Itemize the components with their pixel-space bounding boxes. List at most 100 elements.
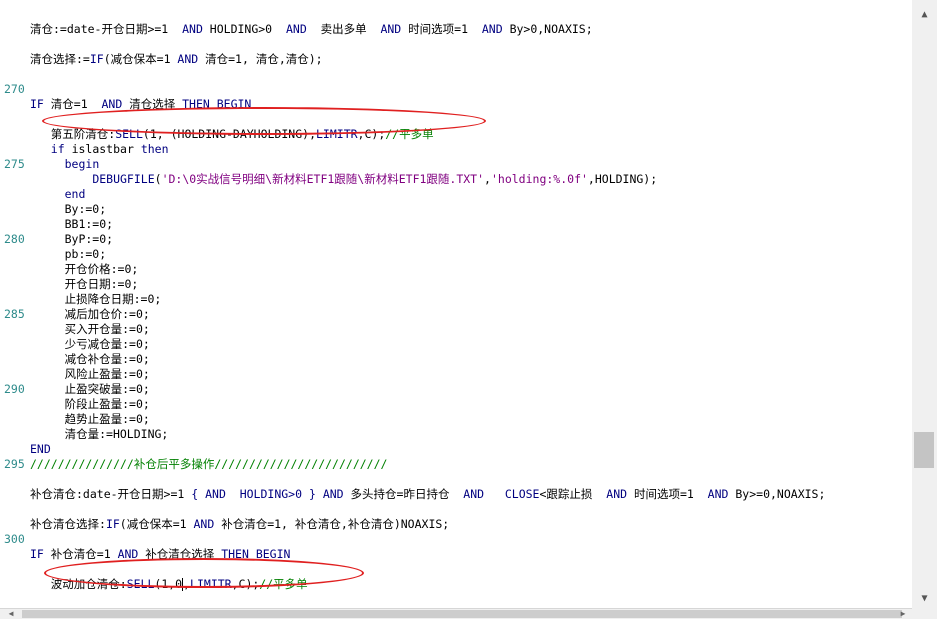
- code-token: 补仓清仓选择: [138, 547, 222, 561]
- code-token: IF: [30, 97, 44, 111]
- code-token: 时间选项=1: [627, 487, 708, 501]
- horizontal-scroll-thumb[interactable]: [22, 610, 902, 618]
- code-token: 'holding:%.0f': [490, 172, 588, 186]
- code-token: //平多单: [385, 127, 434, 141]
- code-line: 减仓补仓量:=0;: [0, 352, 912, 367]
- code-token: 第五阶清仓:: [30, 127, 116, 141]
- code-token: (1,0: [154, 577, 183, 591]
- code-line: 阶段止盈量:=0;: [0, 397, 912, 412]
- code-text: 风险止盈量:=0;: [30, 367, 150, 382]
- scroll-up-arrow-icon[interactable]: ▲: [916, 8, 933, 22]
- code-token: THEN BEGIN: [221, 547, 291, 561]
- code-token: IF: [89, 52, 104, 66]
- code-line: 补仓清仓选择:IF(减仓保本=1 AND 补仓清仓=1, 补仓清仓,补仓清仓)N…: [0, 517, 912, 532]
- code-token: 补仓清仓:date-开仓日期>=1: [30, 487, 192, 501]
- code-text: begin: [30, 157, 100, 172]
- code-token: AND: [463, 487, 485, 501]
- code-text: 减后加仓价:=0;: [30, 307, 150, 322]
- code-token: then: [140, 142, 169, 156]
- code-text: 开仓日期:=0;: [30, 277, 139, 292]
- code-text: 开仓价格:=0;: [30, 262, 139, 277]
- code-token: HOLDING>0: [202, 22, 286, 36]
- code-editor-text-area[interactable]: 清仓:=date-开仓日期>=1 AND HOLDING>0 AND 卖出多单 …: [0, 0, 913, 608]
- code-line: pb:=0;: [0, 247, 912, 262]
- code-token: 开仓日期:=0;: [30, 277, 139, 291]
- code-token: By>0,NOAXIS;: [502, 22, 593, 36]
- code-text: end: [30, 187, 86, 202]
- code-line: 开仓日期:=0;: [0, 277, 912, 292]
- code-token: 清仓选择: [122, 97, 183, 111]
- code-token: 趋势止盈量:=0;: [30, 412, 150, 426]
- code-text: 清仓量:=HOLDING;: [30, 427, 169, 442]
- line-number: 275: [4, 157, 25, 171]
- line-number: 290: [4, 382, 25, 396]
- code-token: AND: [285, 22, 307, 36]
- code-text: 清仓选择:=IF(减仓保本=1 AND 清仓=1, 清仓,清仓);: [30, 52, 323, 67]
- code-token: AND: [182, 22, 203, 36]
- code-token: AND: [380, 22, 402, 36]
- code-text: if islastbar then: [30, 142, 169, 157]
- code-token: SELL: [115, 127, 143, 141]
- horizontal-scrollbar[interactable]: ◀ ▶: [0, 608, 912, 619]
- code-text: 买入开仓量:=0;: [30, 322, 150, 337]
- code-token: IF: [30, 547, 44, 561]
- code-token: 少亏减仓量:=0;: [30, 337, 150, 351]
- code-token: (1, (HOLDING-DAYHOLDING),: [142, 127, 316, 141]
- code-token: ,C);: [231, 577, 260, 591]
- code-line: 止损降仓日期:=0;: [0, 292, 912, 307]
- code-text: ///////////////补仓后平多操作//////////////////…: [30, 457, 387, 472]
- code-token: AND: [177, 52, 199, 66]
- code-token: 清仓量:=HOLDING;: [30, 427, 169, 441]
- code-token: pb:=0;: [30, 247, 107, 261]
- code-line: IF 补仓清仓=1 AND 补仓清仓选择 THEN BEGIN: [0, 547, 912, 562]
- code-text: DEBUGFILE('D:\0实战信号明细\新材料ETF1跟随\新材料ETF1跟…: [30, 172, 657, 187]
- code-token: //平多单: [259, 577, 308, 591]
- code-line: 280 ByP:=0;: [0, 232, 912, 247]
- code-token: 买入开仓量:=0;: [30, 322, 150, 336]
- code-text: 减仓补仓量:=0;: [30, 352, 150, 367]
- scroll-down-arrow-icon[interactable]: ▼: [916, 592, 933, 606]
- vertical-scrollbar[interactable]: ▲ ▼: [912, 0, 937, 608]
- code-text: 补仓清仓:date-开仓日期>=1 { AND HOLDING>0 } AND …: [30, 487, 825, 502]
- code-token: By:=0;: [30, 202, 107, 216]
- code-token: (减仓保本=1: [119, 517, 194, 531]
- code-token: AND: [707, 487, 729, 501]
- code-text: 止损降仓日期:=0;: [30, 292, 162, 307]
- line-number: 300: [4, 532, 25, 546]
- code-token: SELL: [126, 577, 155, 591]
- code-token: ///////////////补仓后平多操作//////////////////…: [30, 457, 388, 471]
- code-token: end: [64, 187, 86, 201]
- code-line: 295 ///////////////补仓后平多操作///////////////…: [0, 457, 912, 472]
- code-text: By:=0;: [30, 202, 107, 217]
- code-line: END: [0, 442, 912, 457]
- line-number: 280: [4, 232, 25, 246]
- code-text: IF 清仓=1 AND 清仓选择 THEN BEGIN: [30, 97, 251, 112]
- code-line: IF 清仓=1 AND 清仓选择 THEN BEGIN: [0, 97, 912, 112]
- code-line: 285 减后加仓价:=0;: [0, 307, 912, 322]
- vertical-scroll-thumb[interactable]: [914, 432, 934, 468]
- code-token: 清仓选择:=: [30, 52, 90, 66]
- code-token: END: [30, 442, 51, 456]
- code-token: 补仓清仓=1: [43, 547, 118, 561]
- code-line: 波动加仓清仓:SELL(1,0,LIMITR,C);//平多单: [0, 577, 912, 592]
- code-token: ,C);: [357, 127, 386, 141]
- code-token: (减仓保本=1: [103, 52, 178, 66]
- code-token: 'D:\0实战信号明细\新材料ETF1跟随\新材料ETF1跟随.TXT': [161, 172, 485, 186]
- code-token: 减后加仓价:=0;: [30, 307, 150, 321]
- code-line: 清仓选择:=IF(减仓保本=1 AND 清仓=1, 清仓,清仓);: [0, 52, 912, 67]
- code-token: islastbar: [64, 142, 141, 156]
- code-token: AND: [606, 487, 628, 501]
- code-text: 止盈突破量:=0;: [30, 382, 150, 397]
- code-line: 开仓价格:=0;: [0, 262, 912, 277]
- code-line: 清仓:=date-开仓日期>=1 AND HOLDING>0 AND 卖出多单 …: [0, 22, 912, 37]
- code-editor-window: 清仓:=date-开仓日期>=1 AND HOLDING>0 AND 卖出多单 …: [0, 0, 937, 619]
- code-line: By:=0;: [0, 202, 912, 217]
- code-token: 清仓=1: [43, 97, 102, 111]
- code-token: 补仓清仓=1, 补仓清仓,补仓清仓)NOAXIS;: [214, 517, 450, 531]
- code-token: <跟踪止损: [539, 487, 607, 501]
